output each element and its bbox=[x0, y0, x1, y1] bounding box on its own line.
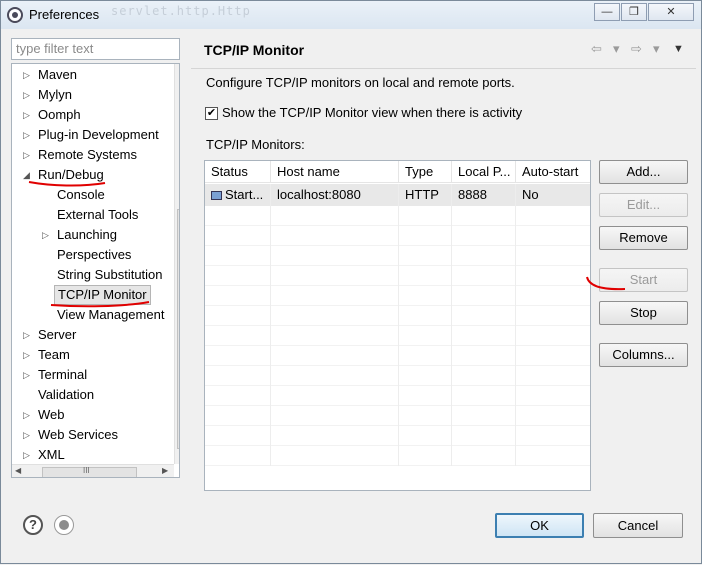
annotation-mark-start bbox=[586, 276, 626, 291]
annotation-underline-tcpip bbox=[50, 301, 150, 308]
annotation-marks bbox=[28, 181, 626, 308]
preferences-window: servlet.http.Http Preferences — ❐ ✕ type… bbox=[0, 0, 702, 564]
annotation-underline-run-debug bbox=[28, 181, 106, 187]
